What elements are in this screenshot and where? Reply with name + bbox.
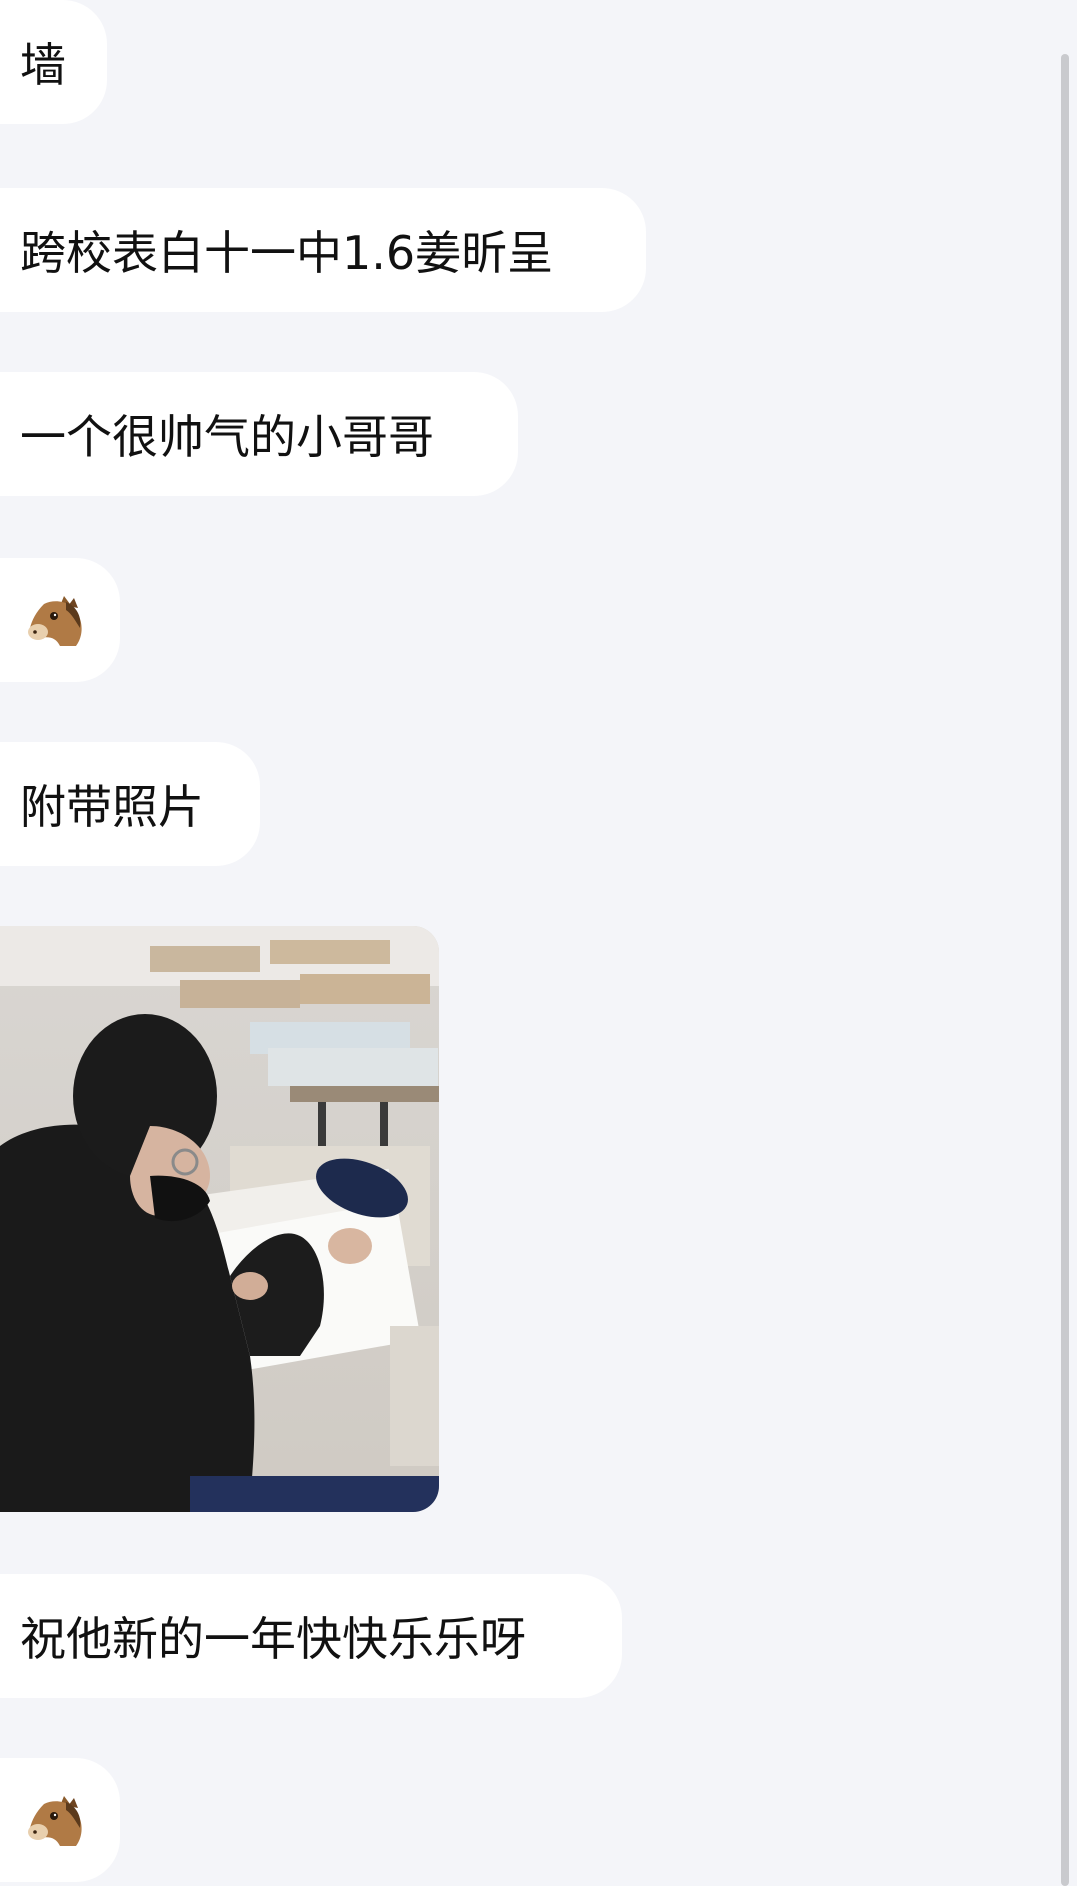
- student-photo: [0, 926, 439, 1512]
- chat-message-list[interactable]: 墙 跨校表白十一中1.6姜昕呈 一个很帅气的小哥哥 附带照片 祝他新的一年快快乐…: [0, 0, 1060, 1886]
- message-text: 祝他新的一年快快乐乐呀: [20, 1612, 526, 1666]
- emoji-message-bubble[interactable]: [0, 1758, 120, 1882]
- emoji-message-bubble[interactable]: [0, 558, 120, 682]
- message-text: 跨校表白十一中1.6姜昕呈: [20, 226, 554, 280]
- scrollbar[interactable]: [1061, 54, 1069, 1886]
- horse-face-icon: [28, 596, 82, 646]
- message-bubble[interactable]: 祝他新的一年快快乐乐呀: [0, 1574, 622, 1698]
- message-text: 一个很帅气的小哥哥: [20, 410, 434, 464]
- message-text: 附带照片: [20, 780, 204, 834]
- message-bubble[interactable]: 一个很帅气的小哥哥: [0, 372, 518, 496]
- photo-message[interactable]: [0, 926, 439, 1512]
- message-bubble[interactable]: 跨校表白十一中1.6姜昕呈: [0, 188, 646, 312]
- message-bubble[interactable]: 附带照片: [0, 742, 260, 866]
- message-bubble[interactable]: 墙: [0, 0, 107, 124]
- horse-face-icon: [28, 1796, 82, 1846]
- message-text: 墙: [20, 38, 66, 92]
